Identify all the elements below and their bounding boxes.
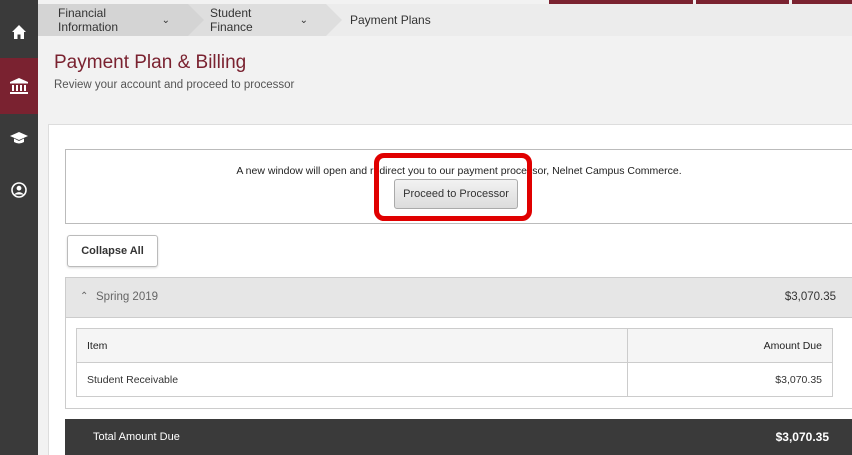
user-circle-icon [11,182,27,198]
proceed-to-processor-button[interactable]: Proceed to Processor [394,179,518,209]
breadcrumb-student-finance[interactable]: Student Finance ⌄ [188,4,342,36]
graduation-cap-icon [10,132,28,144]
total-amount-value: $3,070.35 [775,430,829,444]
content-card: A new window will open and redirect you … [48,124,852,455]
nav-profile[interactable] [0,166,38,214]
breadcrumb-separator [188,4,204,36]
cell-item: Student Receivable [76,362,628,397]
breadcrumb-label: Financial Information [58,6,119,34]
bank-icon [10,78,28,94]
breadcrumb: Financial Information ⌄ Student Finance … [38,4,852,36]
nav-financial[interactable] [0,58,38,114]
processor-notice: A new window will open and redirect you … [65,149,852,224]
chevron-down-icon: ⌄ [299,14,308,26]
term-total: $3,070.35 [784,291,836,303]
breadcrumb-label: Student Finance [210,6,253,34]
page-subtitle: Review your account and proceed to proce… [54,79,295,91]
breadcrumb-financial-information[interactable]: Financial Information ⌄ [38,4,204,36]
breadcrumb-payment-plans: Payment Plans [326,4,852,36]
total-amount-bar: Total Amount Due $3,070.35 [65,419,852,455]
table-row: Student Receivable $3,070.35 [76,362,833,397]
chevron-down-icon: ⌄ [161,14,170,26]
notice-text: A new window will open and redirect you … [236,165,682,177]
items-table: Item Amount Due Student Receivable $3,07… [76,328,833,397]
home-icon [12,25,26,39]
breadcrumb-label: Payment Plans [350,13,431,27]
page-title: Payment Plan & Billing [54,52,247,73]
total-amount-label: Total Amount Due [93,431,180,443]
table-header-row: Item Amount Due [76,328,833,363]
cell-amount: $3,070.35 [627,362,833,397]
term-panel: ⌃ Spring 2019 $3,070.35 Item Amount Due … [65,277,852,409]
chevron-up-icon: ⌃ [80,291,89,302]
column-header-amount-due: Amount Due [627,328,833,363]
collapse-all-button[interactable]: Collapse All [67,235,158,267]
breadcrumb-separator [326,4,342,36]
nav-academics[interactable] [0,114,38,162]
term-header-toggle[interactable]: ⌃ Spring 2019 $3,070.35 [66,278,852,318]
term-name: Spring 2019 [96,291,159,303]
nav-home[interactable] [0,8,38,56]
column-header-item: Item [76,328,628,363]
side-nav-rail [0,0,38,455]
